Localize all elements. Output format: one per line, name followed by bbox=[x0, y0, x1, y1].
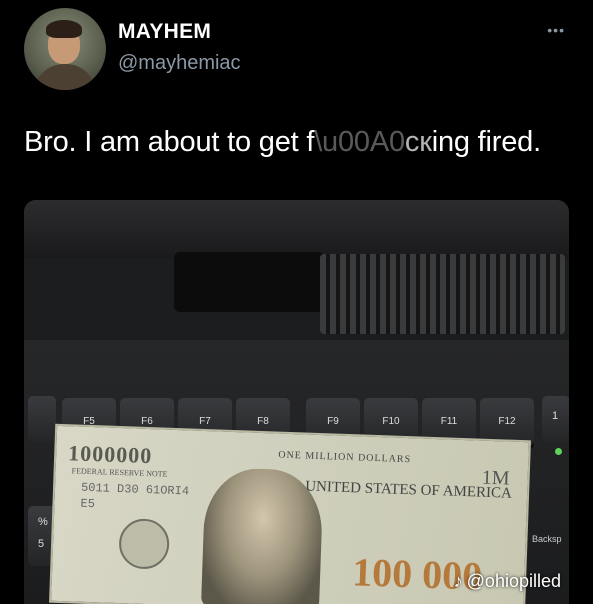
bill-serial: 5011 D30 61ORI4 bbox=[80, 480, 190, 499]
watermark: ♪ @ohiopilled bbox=[454, 571, 561, 592]
avatar-hair bbox=[46, 20, 82, 38]
keyboard-top bbox=[24, 200, 569, 258]
handle[interactable]: @mayhemiac bbox=[118, 52, 241, 75]
bill-denomination: 1000000 bbox=[67, 440, 153, 469]
more-options-icon[interactable]: ••• bbox=[547, 22, 565, 38]
backspace-key-label: Backsp bbox=[532, 534, 562, 544]
watermark-text: @ohiopilled bbox=[466, 571, 561, 591]
avatar[interactable] bbox=[24, 8, 106, 90]
treasury-seal bbox=[118, 518, 170, 570]
keyboard-slot bbox=[174, 252, 324, 312]
bill-serial-suffix: E5 bbox=[80, 496, 96, 512]
tiktok-icon: ♪ bbox=[453, 571, 463, 591]
tweet-text: Bro. I am about to get f\u00A0cкing fire… bbox=[24, 126, 541, 158]
bill-one-million: ONE MILLION DOLLARS bbox=[278, 449, 412, 466]
side-key-left bbox=[28, 396, 56, 442]
display-name[interactable]: MAYHEM bbox=[118, 20, 211, 44]
bill-corner: 1M bbox=[481, 466, 511, 490]
tweet-media[interactable]: F5 F6 F7 F8 F9 F10 F11 F12 1 % 5 Backsp … bbox=[24, 200, 569, 604]
bill-federal-note: FEDERAL RESERVE NOTE bbox=[71, 466, 168, 479]
side-key-right: 1 bbox=[542, 396, 569, 442]
avatar-body bbox=[34, 64, 96, 90]
keyboard-grill bbox=[320, 254, 565, 334]
keyboard-led bbox=[555, 448, 562, 455]
